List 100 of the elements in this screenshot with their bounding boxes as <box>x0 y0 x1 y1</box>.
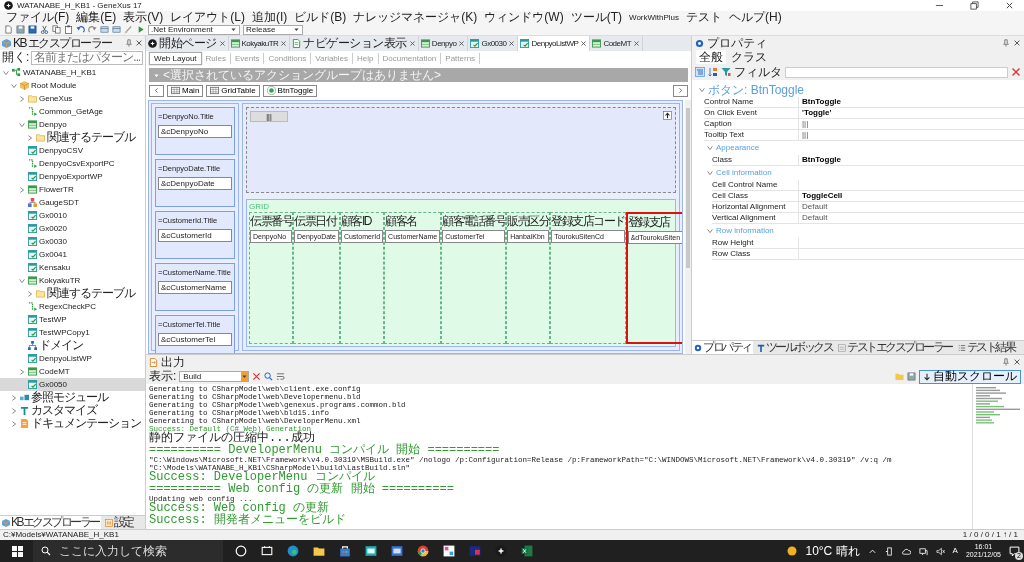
arrow-up-icon[interactable] <box>663 111 672 120</box>
tree-item[interactable]: DenpyoCsvExportPC <box>0 157 145 170</box>
brush-icon[interactable] <box>124 25 133 34</box>
close-icon[interactable] <box>218 40 226 47</box>
tree-item[interactable]: カスタマイズ <box>0 404 145 417</box>
copy-icon[interactable] <box>52 25 61 34</box>
sort-icon[interactable] <box>708 67 718 77</box>
menu-item[interactable]: 編集(E) <box>76 11 117 24</box>
menu-item[interactable]: WorkWithPlus <box>629 11 680 24</box>
clear-icon[interactable] <box>252 372 262 381</box>
cloud-icon[interactable] <box>901 546 911 556</box>
panel-tab[interactable]: 全般 <box>696 50 726 64</box>
tree-item[interactable]: GeneXus <box>0 92 145 105</box>
property-value[interactable]: BtnToggle <box>799 155 1024 165</box>
folder-icon[interactable] <box>313 545 325 557</box>
scroll-right-button[interactable] <box>673 84 688 97</box>
property-value[interactable]: 'Toggle' <box>799 108 1024 118</box>
tree-item[interactable]: DenpyoListWP <box>0 352 145 365</box>
configuration-dropdown[interactable]: Release <box>243 24 303 35</box>
input-field[interactable]: &cDenpyoNo <box>158 125 232 138</box>
tree-item[interactable]: Kensaku <box>0 261 145 274</box>
spreadsheet-icon[interactable] <box>521 545 533 557</box>
bag-icon[interactable] <box>339 545 351 557</box>
menu-item[interactable]: ビルド(B) <box>294 11 347 24</box>
clipboard-icon[interactable] <box>64 25 73 34</box>
property-value[interactable]: Default <box>799 213 1024 223</box>
tree-item[interactable]: Gx0010 <box>0 209 145 222</box>
tree-item[interactable]: 関連するテーブル <box>0 131 145 144</box>
window-icon[interactable] <box>391 545 403 557</box>
input-field[interactable]: &cCustomerTel <box>158 333 232 346</box>
circle-icon[interactable] <box>235 545 247 557</box>
pin-icon[interactable] <box>1002 358 1010 366</box>
network-icon[interactable] <box>918 546 928 556</box>
tree-item[interactable]: WATANABE_H_KB1 <box>0 66 145 79</box>
editor-tab[interactable]: Denpyo <box>418 36 469 51</box>
restore-icon[interactable] <box>970 1 979 10</box>
menu-item[interactable]: レイアウト(L) <box>170 11 245 24</box>
tree-item[interactable]: ドメイン <box>0 339 145 352</box>
save-icon[interactable] <box>28 25 37 34</box>
property-value[interactable]: ToggleCell <box>799 191 1024 201</box>
tree-item[interactable]: TestWP <box>0 313 145 326</box>
panel-tab[interactable]: テスト結果 <box>955 341 1016 354</box>
property-value[interactable]: Default <box>799 202 1024 212</box>
panel-tab[interactable]: プロパティ <box>692 341 753 354</box>
build-icon[interactable] <box>112 25 121 34</box>
tree-item[interactable]: DenpyoCSV <box>0 144 145 157</box>
menu-item[interactable]: ウィンドウ(W) <box>484 11 564 24</box>
breadcrumb-button[interactable]: BtnToggle <box>262 84 318 97</box>
source-dropdown[interactable]: Build <box>179 371 250 382</box>
input-field[interactable]: &cDenpyoDate <box>158 177 232 190</box>
tree-item[interactable]: 参照モジュール <box>0 391 145 404</box>
tree-item[interactable]: Gx0050 <box>0 378 145 391</box>
editor-tab[interactable]: KokyakuTR <box>228 36 291 51</box>
menu-item[interactable]: ツール(T) <box>570 11 622 24</box>
tree-item[interactable]: FlowerTR <box>0 183 145 196</box>
menu-item[interactable]: ナレッジマネージャ(K) <box>353 11 478 24</box>
property-value[interactable]: ||| <box>799 119 1024 129</box>
editor-tab[interactable]: DenpyoListWP <box>518 36 591 51</box>
menu-item[interactable]: ファイル(F) <box>6 11 70 24</box>
view-tab[interactable]: Web Layout <box>149 51 202 65</box>
tree-item[interactable]: KokyakuTR <box>0 274 145 287</box>
input-field[interactable]: &cCustomerName <box>158 281 232 294</box>
panel-tab[interactable]: テストエクスプローラー <box>836 341 954 354</box>
filter-field[interactable] <box>785 66 1008 78</box>
new-file-icon[interactable] <box>4 25 13 34</box>
search-box[interactable]: ここに入力して検索 <box>33 540 223 562</box>
pin-icon[interactable] <box>1002 39 1010 47</box>
input-field[interactable]: &cCustomerId <box>158 229 232 242</box>
logo-icon[interactable] <box>495 545 507 557</box>
speaker-icon[interactable] <box>935 546 945 556</box>
notification-icon[interactable] <box>1009 545 1020 557</box>
menu-item[interactable]: 追加(I) <box>252 11 288 24</box>
browser-icon[interactable] <box>287 545 299 557</box>
editor-tab[interactable]: ナビゲーション表示 <box>290 36 419 51</box>
tree-item[interactable]: Gx0041 <box>0 248 145 261</box>
windows-icon[interactable] <box>12 545 23 557</box>
panel-icon[interactable] <box>261 545 273 557</box>
scrollbar-thumb[interactable] <box>686 108 690 268</box>
tree-item[interactable]: ドキュメンテーション <box>0 417 145 430</box>
property-value[interactable]: ||| <box>799 130 1024 140</box>
menu-item[interactable]: テスト <box>686 11 723 24</box>
panel-tab[interactable]: 設定 <box>102 516 135 529</box>
save-icon[interactable] <box>907 372 916 381</box>
clear-icon[interactable] <box>1011 67 1021 77</box>
search-field[interactable]: 名前またはパターン... <box>31 50 143 65</box>
editor-tab[interactable]: 開始ページ <box>146 36 229 51</box>
tree-item[interactable]: Common_GetAge <box>0 105 145 118</box>
scroll-left-button[interactable] <box>149 84 164 97</box>
panel-tab[interactable]: ツールボックス <box>754 341 834 354</box>
search-icon[interactable] <box>264 372 274 381</box>
panel-tab[interactable]: KB エクスプローラー <box>0 516 101 529</box>
close-icon[interactable] <box>1013 358 1021 366</box>
close-icon[interactable] <box>458 40 466 47</box>
property-value[interactable]: BtnToggle <box>799 97 1024 107</box>
tree-item[interactable]: Root Module <box>0 79 145 92</box>
scissors-icon[interactable] <box>40 25 49 34</box>
auto-scroll-button[interactable]: 自動スクロール <box>919 369 1021 384</box>
window-icon[interactable] <box>365 545 377 557</box>
tree-item[interactable]: 関連するテーブル <box>0 287 145 300</box>
breadcrumb-button[interactable]: Main <box>167 84 204 97</box>
